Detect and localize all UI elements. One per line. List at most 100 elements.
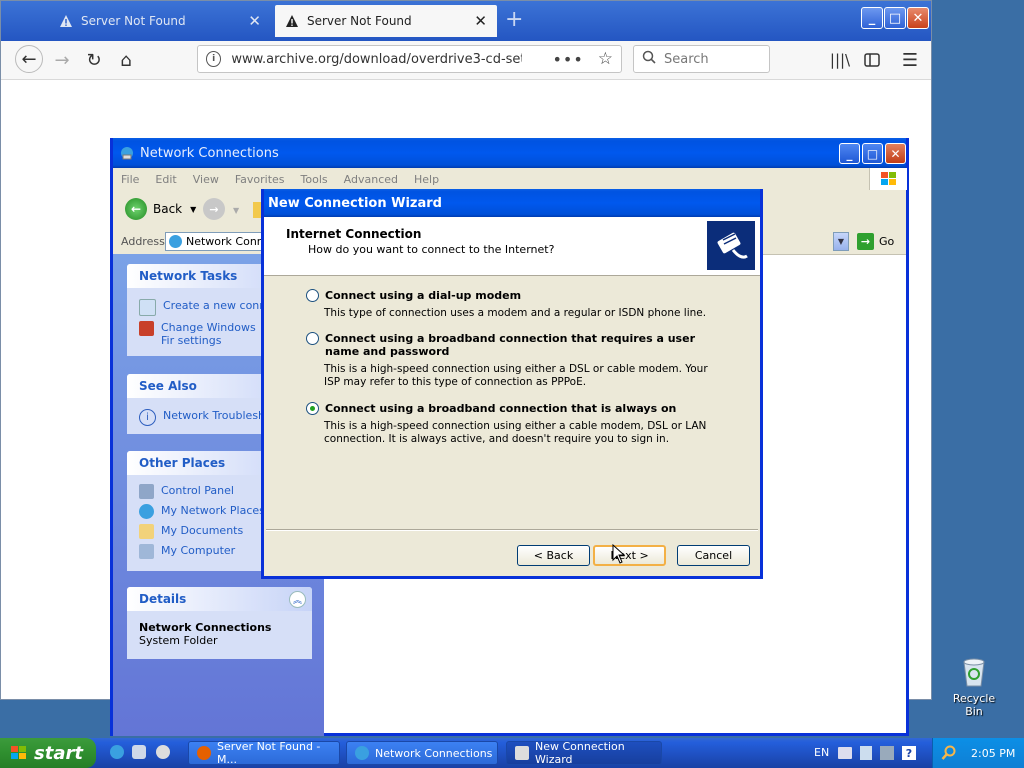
page-actions-icon[interactable]: ••• xyxy=(552,50,583,69)
settings-icon[interactable] xyxy=(880,746,894,760)
new-connection-icon xyxy=(139,299,156,316)
firefox-tab-strip: Server Not Found ✕ Server Not Found ✕ + … xyxy=(1,1,931,41)
recycle-bin-desktop-icon[interactable]: Recycle Bin xyxy=(944,656,1004,718)
search-input[interactable]: Search xyxy=(633,45,770,73)
clock[interactable]: 2:05 PM xyxy=(971,747,1015,760)
back-label: Back xyxy=(153,202,183,216)
menu-view[interactable]: View xyxy=(193,173,219,186)
close-tab-icon[interactable]: ✕ xyxy=(474,12,487,30)
close-window-icon[interactable]: ✕ xyxy=(907,7,929,29)
details-panel: Details ︽ Network Connections System Fol… xyxy=(127,587,312,659)
home-icon[interactable]: ⌂ xyxy=(113,47,139,73)
address-dropdown-icon[interactable]: ▼ xyxy=(833,232,849,251)
tab-label: Server Not Found xyxy=(307,14,412,28)
minimize-icon[interactable]: _ xyxy=(839,143,860,164)
chevron-down-icon[interactable]: ▼ xyxy=(233,206,239,215)
search-placeholder: Search xyxy=(664,51,709,67)
close-window-icon[interactable]: ✕ xyxy=(885,143,906,164)
next-button[interactable]: Next > xyxy=(593,545,666,566)
menu-help[interactable]: Help xyxy=(414,173,439,186)
documents-folder-icon xyxy=(139,524,154,539)
keyboard-icon[interactable] xyxy=(838,747,852,759)
new-tab-plus-icon[interactable]: + xyxy=(505,9,523,31)
new-connection-wizard-dialog: New Connection Wizard Internet Connectio… xyxy=(261,189,763,579)
reload-icon[interactable]: ↻ xyxy=(81,47,107,73)
back-button[interactable]: < Back xyxy=(517,545,590,566)
wizard-heading: Internet Connection xyxy=(286,227,422,241)
network-connections-icon xyxy=(119,145,135,161)
windows-flag-icon xyxy=(869,168,907,190)
details-name: Network Connections xyxy=(139,621,272,634)
firefox-navbar: ← → ↻ ⌂ i www.archive.org/download/overd… xyxy=(1,41,931,80)
menu-file[interactable]: File xyxy=(121,173,139,186)
help-icon[interactable]: ? xyxy=(902,746,916,760)
taskbar: start Server Not Found - M... Network Co… xyxy=(0,738,1024,768)
network-places-icon xyxy=(139,504,154,519)
taskbar-item-network-connections[interactable]: Network Connections xyxy=(346,741,498,765)
option-description: This type of connection uses a modem and… xyxy=(324,307,707,319)
dialog-title: New Connection Wizard xyxy=(268,195,442,211)
start-label: start xyxy=(34,742,83,764)
dialog-titlebar[interactable]: New Connection Wizard xyxy=(264,189,760,217)
taskbar-item-firefox[interactable]: Server Not Found - M... xyxy=(188,740,340,766)
network-connections-icon xyxy=(169,235,182,248)
show-desktop-icon[interactable] xyxy=(132,745,146,759)
address-label: Address xyxy=(121,235,165,248)
option-description: This is a high-speed connection using ei… xyxy=(324,363,708,388)
search-icon xyxy=(642,50,656,68)
url-bar[interactable]: i www.archive.org/download/overdrive3-cd… xyxy=(197,45,622,73)
cancel-button[interactable]: Cancel xyxy=(677,545,750,566)
minimize-icon[interactable]: _ xyxy=(861,7,883,29)
option-broadband-pppoe[interactable]: Connect using a broadband connection tha… xyxy=(306,332,726,389)
option-broadband-always-on[interactable]: Connect using a broadband connection tha… xyxy=(306,402,726,446)
media-player-icon[interactable] xyxy=(156,745,170,759)
address-input[interactable]: Network Connec xyxy=(165,232,265,251)
library-icon[interactable]: |||\ xyxy=(827,47,853,73)
recycle-bin-label: Recycle Bin xyxy=(952,692,996,718)
maximize-icon[interactable]: □ xyxy=(862,143,883,164)
panel-title[interactable]: Details xyxy=(127,587,312,611)
computer-icon xyxy=(139,544,154,559)
language-indicator[interactable]: EN xyxy=(814,746,829,759)
option-dial-up[interactable]: Connect using a dial-up modem This type … xyxy=(306,289,726,320)
firewall-icon xyxy=(139,321,154,336)
forward-arrow-icon[interactable]: → xyxy=(203,198,225,220)
bookmark-star-icon[interactable]: ☆ xyxy=(598,49,613,69)
go-button[interactable]: → Go xyxy=(857,233,894,250)
details-type: System Folder xyxy=(139,634,218,647)
search-icon[interactable] xyxy=(941,745,957,761)
pen-icon[interactable] xyxy=(860,746,872,760)
warning-icon xyxy=(285,14,299,28)
firefox-icon xyxy=(197,746,211,760)
chevron-down-icon[interactable]: ▼ xyxy=(190,205,196,214)
option-description: This is a high-speed connection using ei… xyxy=(324,420,707,445)
mouse-cursor-icon xyxy=(612,543,626,567)
forward-arrow-icon[interactable]: → xyxy=(49,47,75,73)
taskbar-item-new-connection-wizard[interactable]: New Connection Wizard xyxy=(506,740,662,766)
menu-advanced[interactable]: Advanced xyxy=(344,173,398,186)
info-icon: i xyxy=(139,409,156,426)
hamburger-menu-icon[interactable]: ☰ xyxy=(897,47,923,73)
tab-server-not-found-1[interactable]: Server Not Found ✕ xyxy=(49,5,271,37)
tab-server-not-found-2[interactable]: Server Not Found ✕ xyxy=(275,5,497,37)
back-arrow-icon[interactable]: ← xyxy=(15,45,43,73)
radio-dial-up[interactable] xyxy=(306,289,319,302)
close-tab-icon[interactable]: ✕ xyxy=(248,12,261,30)
sidebar-icon[interactable] xyxy=(859,47,885,73)
menu-tools[interactable]: Tools xyxy=(301,173,328,186)
menu-edit[interactable]: Edit xyxy=(155,173,176,186)
radio-broadband-pppoe[interactable] xyxy=(306,332,319,345)
start-button[interactable]: start xyxy=(0,738,96,768)
info-icon[interactable]: i xyxy=(206,51,222,67)
window-titlebar[interactable]: Network Connections _ □ ✕ xyxy=(113,138,906,168)
system-tray: 2:05 PM xyxy=(932,738,1024,768)
maximize-icon[interactable]: □ xyxy=(884,7,906,29)
back-arrow-icon: ← xyxy=(125,198,147,220)
internet-explorer-icon[interactable] xyxy=(110,745,124,759)
menu-favorites[interactable]: Favorites xyxy=(235,173,285,186)
collapse-chevron-icon[interactable]: ︽ xyxy=(289,591,306,608)
control-panel-icon xyxy=(139,484,154,499)
radio-broadband-always-on[interactable] xyxy=(306,402,319,415)
back-button[interactable]: ← Back ▼ xyxy=(125,198,196,220)
go-label: Go xyxy=(879,235,895,248)
